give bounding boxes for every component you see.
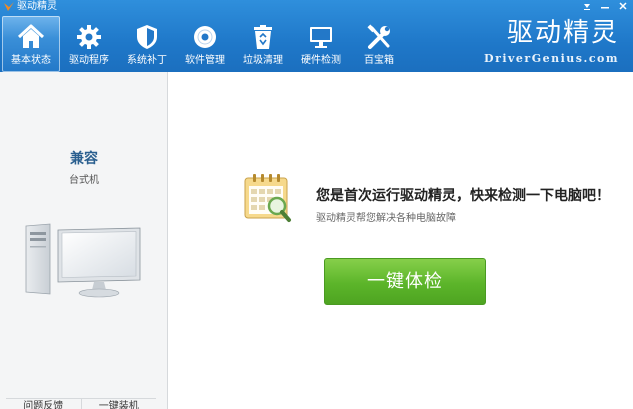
close-icon[interactable] xyxy=(617,0,629,12)
sidebar-footer: 问题反馈 一键装机 xyxy=(6,398,156,409)
home-icon xyxy=(17,24,45,48)
window-controls xyxy=(581,0,629,14)
brand-name-en: DriverGenius.com xyxy=(484,52,619,65)
gear-icon xyxy=(77,25,101,49)
first-run-subline: 驱动精灵帮您解决各种电脑故障 xyxy=(316,213,456,224)
main-toolbar: 基本状态 驱动程序 系统补丁 软件管理 垃圾清理 硬件检测 百宝箱 xyxy=(2,16,408,72)
monitor-icon xyxy=(310,27,332,48)
tab-label: 驱动程序 xyxy=(69,55,109,66)
calendar-magnifier-icon xyxy=(244,174,291,222)
tab-drivers[interactable]: 驱动程序 xyxy=(60,16,118,72)
tab-hardware-check[interactable]: 硬件检测 xyxy=(292,16,350,72)
first-run-headline: 您是首次运行驱动精灵，快来检测一下电脑吧！ xyxy=(316,188,610,204)
computer-info-panel: 兼容 台式机 问题反馈 一键装机 xyxy=(0,72,168,409)
minimize-icon[interactable] xyxy=(599,0,611,12)
tab-label: 百宝箱 xyxy=(364,55,394,66)
main-panel: 您是首次运行驱动精灵，快来检测一下电脑吧！ 驱动精灵帮您解决各种电脑故障 一键体… xyxy=(169,72,633,409)
brand-logo: 驱动精灵 DriverGenius.com xyxy=(479,16,619,70)
feedback-link[interactable]: 问题反馈 xyxy=(6,399,82,409)
recycle-bin-icon xyxy=(254,25,272,49)
tab-label: 垃圾清理 xyxy=(243,55,283,66)
window-title: 驱动精灵 xyxy=(17,1,57,12)
shield-icon xyxy=(137,25,157,49)
computer-model: 兼容 xyxy=(70,151,98,167)
tab-software-manager[interactable]: 软件管理 xyxy=(176,16,234,72)
brand-name-cn: 驱动精灵 xyxy=(506,18,619,48)
computer-type: 台式机 xyxy=(69,175,99,186)
tab-label: 软件管理 xyxy=(185,55,225,66)
menu-icon[interactable] xyxy=(581,0,593,12)
tab-label: 基本状态 xyxy=(11,55,51,66)
tab-system-patches[interactable]: 系统补丁 xyxy=(118,16,176,72)
tab-toolbox[interactable]: 百宝箱 xyxy=(350,16,408,72)
desktop-computer-icon xyxy=(25,223,141,298)
app-header: 驱动精灵 基本状态 驱动程序 系统补丁 软件管理 垃圾清理 硬件检测 百宝箱 驱… xyxy=(0,0,633,72)
app-logo-icon xyxy=(4,2,14,11)
tab-basic-status[interactable]: 基本状态 xyxy=(2,16,60,72)
tab-label: 硬件检测 xyxy=(301,55,341,66)
title-bar: 驱动精灵 xyxy=(0,0,633,14)
one-click-scan-button[interactable]: 一键体检 xyxy=(324,258,486,305)
tools-icon xyxy=(367,24,390,49)
tab-label: 系统补丁 xyxy=(127,55,167,66)
disc-icon xyxy=(194,26,216,48)
tab-junk-cleanup[interactable]: 垃圾清理 xyxy=(234,16,292,72)
one-click-install-link[interactable]: 一键装机 xyxy=(82,399,157,409)
